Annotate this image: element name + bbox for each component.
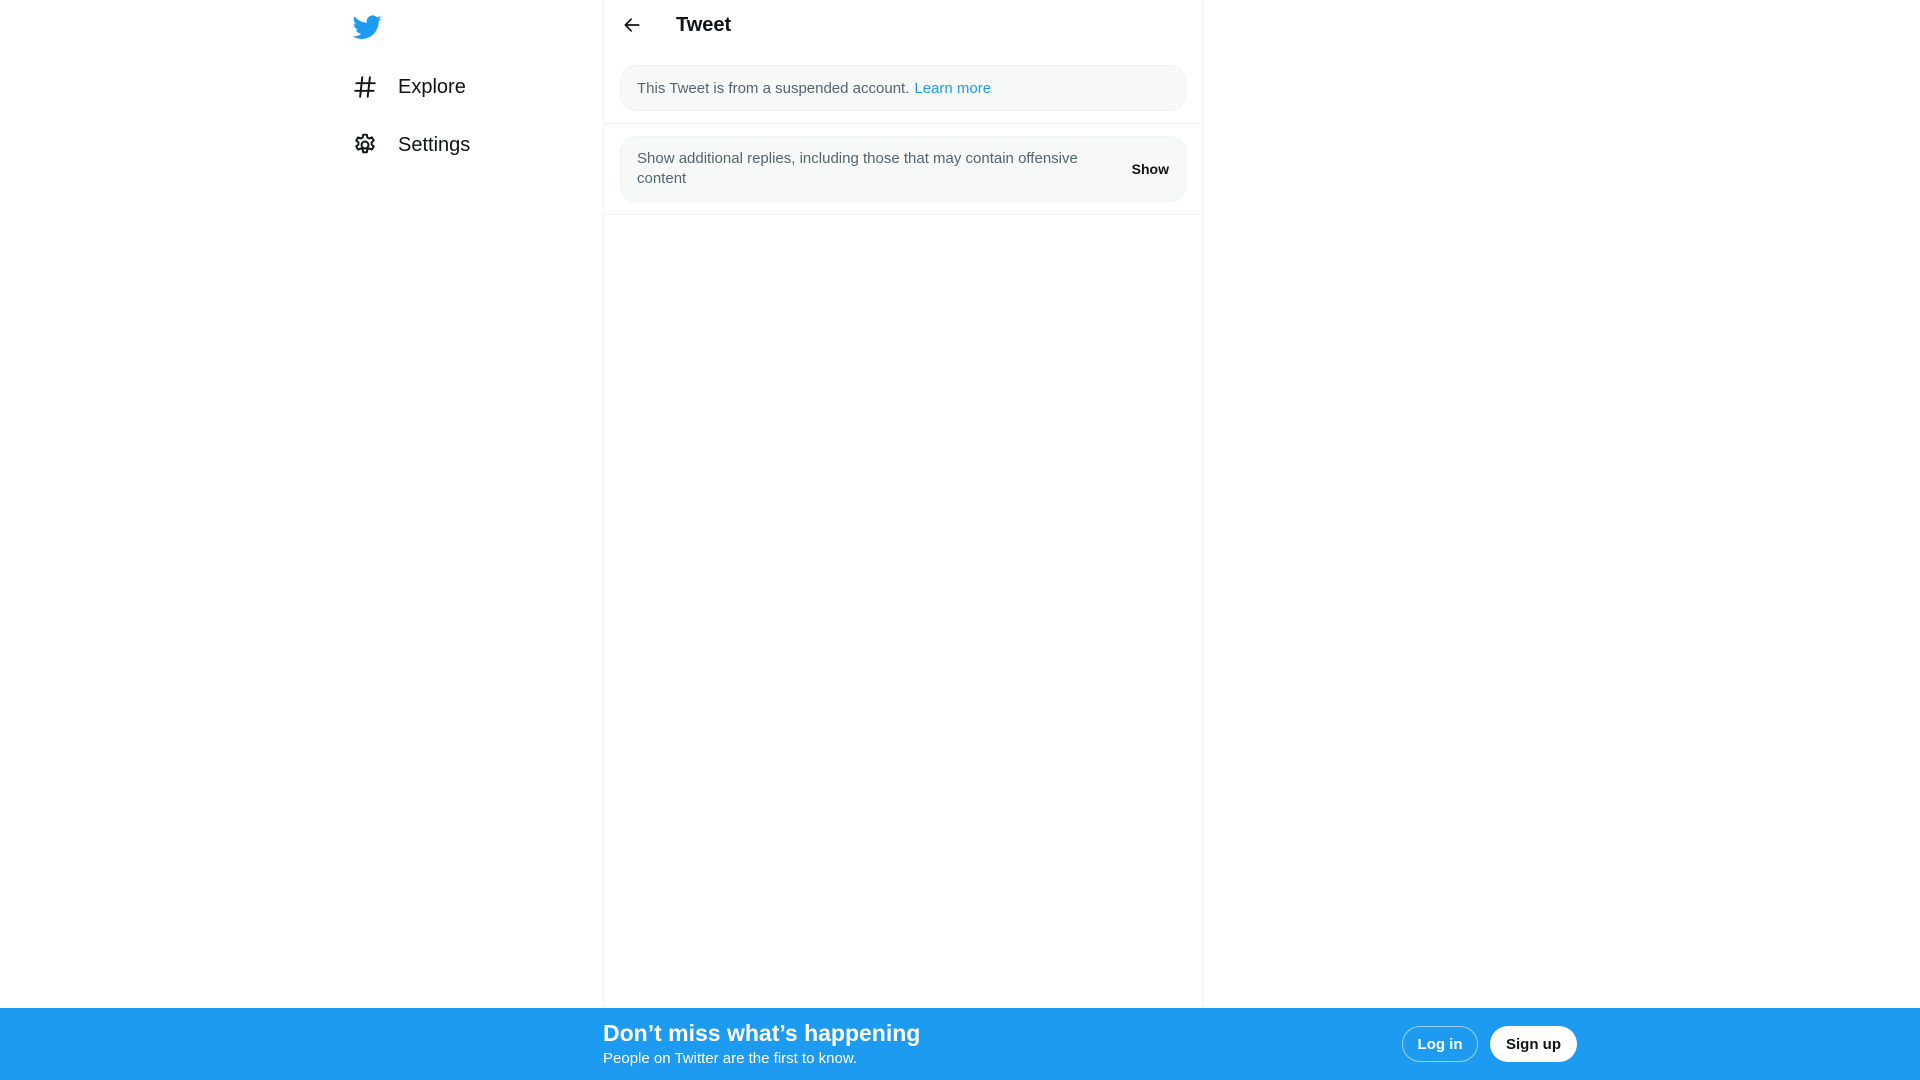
- show-replies-button[interactable]: Show: [1132, 159, 1169, 179]
- login-button[interactable]: Log in: [1402, 1026, 1478, 1062]
- twitter-bird-icon: [352, 15, 382, 39]
- suspended-notice-text: This Tweet is from a suspended account.: [637, 79, 910, 97]
- page-header: Tweet: [604, 0, 1202, 53]
- signup-button[interactable]: Sign up: [1490, 1026, 1577, 1062]
- sidebar-item-label: Explore: [398, 75, 466, 98]
- suspended-notice-section: This Tweet is from a suspended account. …: [604, 53, 1202, 124]
- main-column: Tweet This Tweet is from a suspended acc…: [603, 0, 1203, 1008]
- hashtag-icon: [352, 74, 378, 100]
- additional-replies-notice: Show additional replies, including those…: [620, 136, 1186, 202]
- left-navigation: Explore Settings: [340, 0, 602, 1008]
- gear-icon: [352, 132, 378, 158]
- twitter-logo-link[interactable]: [352, 12, 382, 42]
- banner-title: Don’t miss what’s happening: [603, 1020, 921, 1046]
- arrow-left-icon: [624, 18, 640, 32]
- page-title: Tweet: [676, 14, 732, 36]
- sidebar-item-settings[interactable]: Settings: [352, 120, 480, 170]
- banner-subtitle: People on Twitter are the first to know.: [603, 1050, 858, 1067]
- additional-replies-section: Show additional replies, including those…: [604, 124, 1202, 215]
- sidebar-item-explore[interactable]: Explore: [352, 62, 476, 112]
- suspended-notice: This Tweet is from a suspended account. …: [620, 65, 1186, 111]
- additional-replies-text: Show additional replies, including those…: [637, 150, 1078, 187]
- learn-more-link[interactable]: Learn more: [914, 80, 991, 97]
- back-button[interactable]: [614, 7, 650, 43]
- sidebar-item-label: Settings: [398, 133, 471, 156]
- signup-banner: Don’t miss what’s happening People on Tw…: [0, 1008, 1920, 1080]
